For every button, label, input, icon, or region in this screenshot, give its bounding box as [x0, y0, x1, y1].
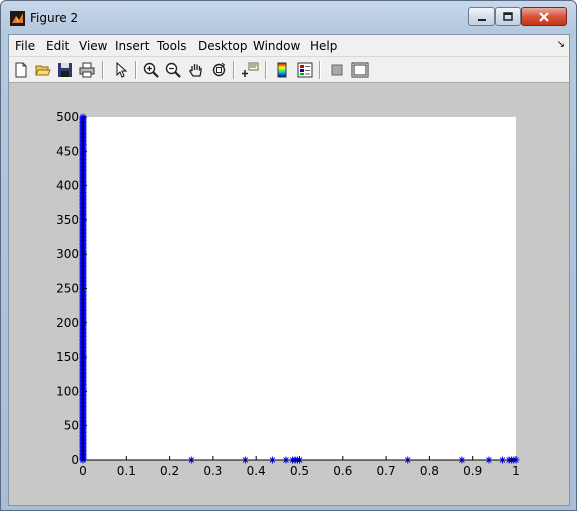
save-figure-button[interactable]	[55, 60, 75, 80]
menu-edit[interactable]: Edit	[46, 39, 69, 53]
y-tick-label: 150	[56, 350, 79, 364]
insert-colorbar-icon	[277, 62, 287, 78]
x-tick-label: 0.9	[463, 464, 482, 478]
y-tick-label: 250	[56, 282, 79, 296]
axes-background[interactable]	[83, 117, 516, 460]
figure-window: Figure 2 File Edit View Insert Tools Des…	[0, 0, 577, 511]
pan-hand-icon	[189, 64, 202, 77]
y-tick-label: 0	[71, 453, 79, 467]
print-figure-button[interactable]	[77, 60, 97, 80]
x-tick-label: 1	[512, 464, 520, 478]
menu-bar: File Edit View Insert Tools Desktop Wind…	[9, 35, 569, 57]
minimize-icon	[477, 18, 486, 21]
menu-help[interactable]: Help	[310, 39, 337, 53]
y-tick-label: 350	[56, 213, 79, 227]
edit-plot-arrow-icon	[116, 62, 128, 78]
x-tick-label: 0.4	[247, 464, 266, 478]
dock-arrow-icon[interactable]: ↘	[557, 39, 565, 50]
new-figure-button[interactable]	[11, 60, 31, 80]
edit-plot-button[interactable]	[111, 60, 131, 80]
print-figure-icon	[79, 62, 95, 78]
y-tick-label: 50	[64, 419, 79, 433]
y-tick-label: 100	[56, 384, 79, 398]
data-cursor-icon	[242, 62, 259, 77]
title-bar[interactable]: Figure 2	[1, 1, 576, 33]
open-file-button[interactable]	[33, 60, 53, 80]
x-tick-label: 0.6	[333, 464, 352, 478]
y-tick-label: 450	[56, 144, 79, 158]
menu-view[interactable]: View	[79, 39, 107, 53]
x-tick-label: 0.5	[290, 464, 309, 478]
menu-file[interactable]: File	[15, 39, 35, 53]
y-tick-label: 400	[56, 179, 79, 193]
figure-toolbar	[9, 57, 569, 83]
maximize-button[interactable]	[495, 7, 521, 26]
toolbar-separator	[319, 61, 321, 79]
y-tick-label: 300	[56, 247, 79, 261]
figure-client-area: File Edit View Insert Tools Desktop Wind…	[8, 34, 570, 506]
show-plot-tools-icon	[351, 62, 369, 78]
menu-desktop[interactable]: Desktop	[198, 39, 248, 53]
zoom-in-icon	[143, 62, 159, 78]
open-file-icon	[35, 65, 51, 76]
x-tick-label: 0.8	[420, 464, 439, 478]
hide-plot-tools-icon	[331, 64, 343, 76]
zoom-out-icon	[165, 62, 181, 78]
x-tick-label: 0.1	[117, 464, 136, 478]
toolbar-separator	[233, 61, 235, 79]
rotate-3d-icon	[212, 62, 226, 77]
x-tick-label: 0.7	[377, 464, 396, 478]
x-tick-label: 0.3	[203, 464, 222, 478]
toolbar-separator	[135, 61, 137, 79]
x-tick-label: 0	[79, 464, 87, 478]
insert-legend-icon	[297, 62, 313, 78]
maximize-icon	[503, 11, 513, 21]
toolbar-separator	[265, 61, 267, 79]
hide-plot-tools-button[interactable]	[327, 60, 347, 80]
zoom-in-button[interactable]	[141, 60, 161, 80]
data-cursor-button[interactable]	[240, 60, 260, 80]
matlab-app-icon	[10, 11, 25, 26]
y-tick-label: 500	[56, 110, 79, 124]
plot-area: 0 0.1 0.2 0.3 0.4 0.5 0.6 0.7 0.8 0.9 1 0 50 100 150 20…	[56, 110, 520, 478]
toolbar-separator	[102, 61, 104, 79]
menu-tools[interactable]: Tools	[157, 39, 187, 53]
save-figure-icon	[58, 63, 72, 77]
rotate-3d-button[interactable]	[209, 60, 229, 80]
x-tick-label: 0.2	[160, 464, 179, 478]
show-plot-tools-button[interactable]	[350, 60, 370, 80]
close-icon	[539, 11, 549, 22]
menu-insert[interactable]: Insert	[115, 39, 149, 53]
close-button[interactable]	[521, 7, 567, 26]
insert-colorbar-button[interactable]	[272, 60, 292, 80]
insert-legend-button[interactable]	[295, 60, 315, 80]
zoom-out-button[interactable]	[163, 60, 183, 80]
y-tick-label: 200	[56, 316, 79, 330]
minimize-button[interactable]	[468, 7, 495, 26]
pan-button[interactable]	[186, 60, 206, 80]
window-title: Figure 2	[30, 11, 79, 25]
new-figure-icon	[15, 62, 27, 78]
menu-window[interactable]: Window	[253, 39, 300, 53]
